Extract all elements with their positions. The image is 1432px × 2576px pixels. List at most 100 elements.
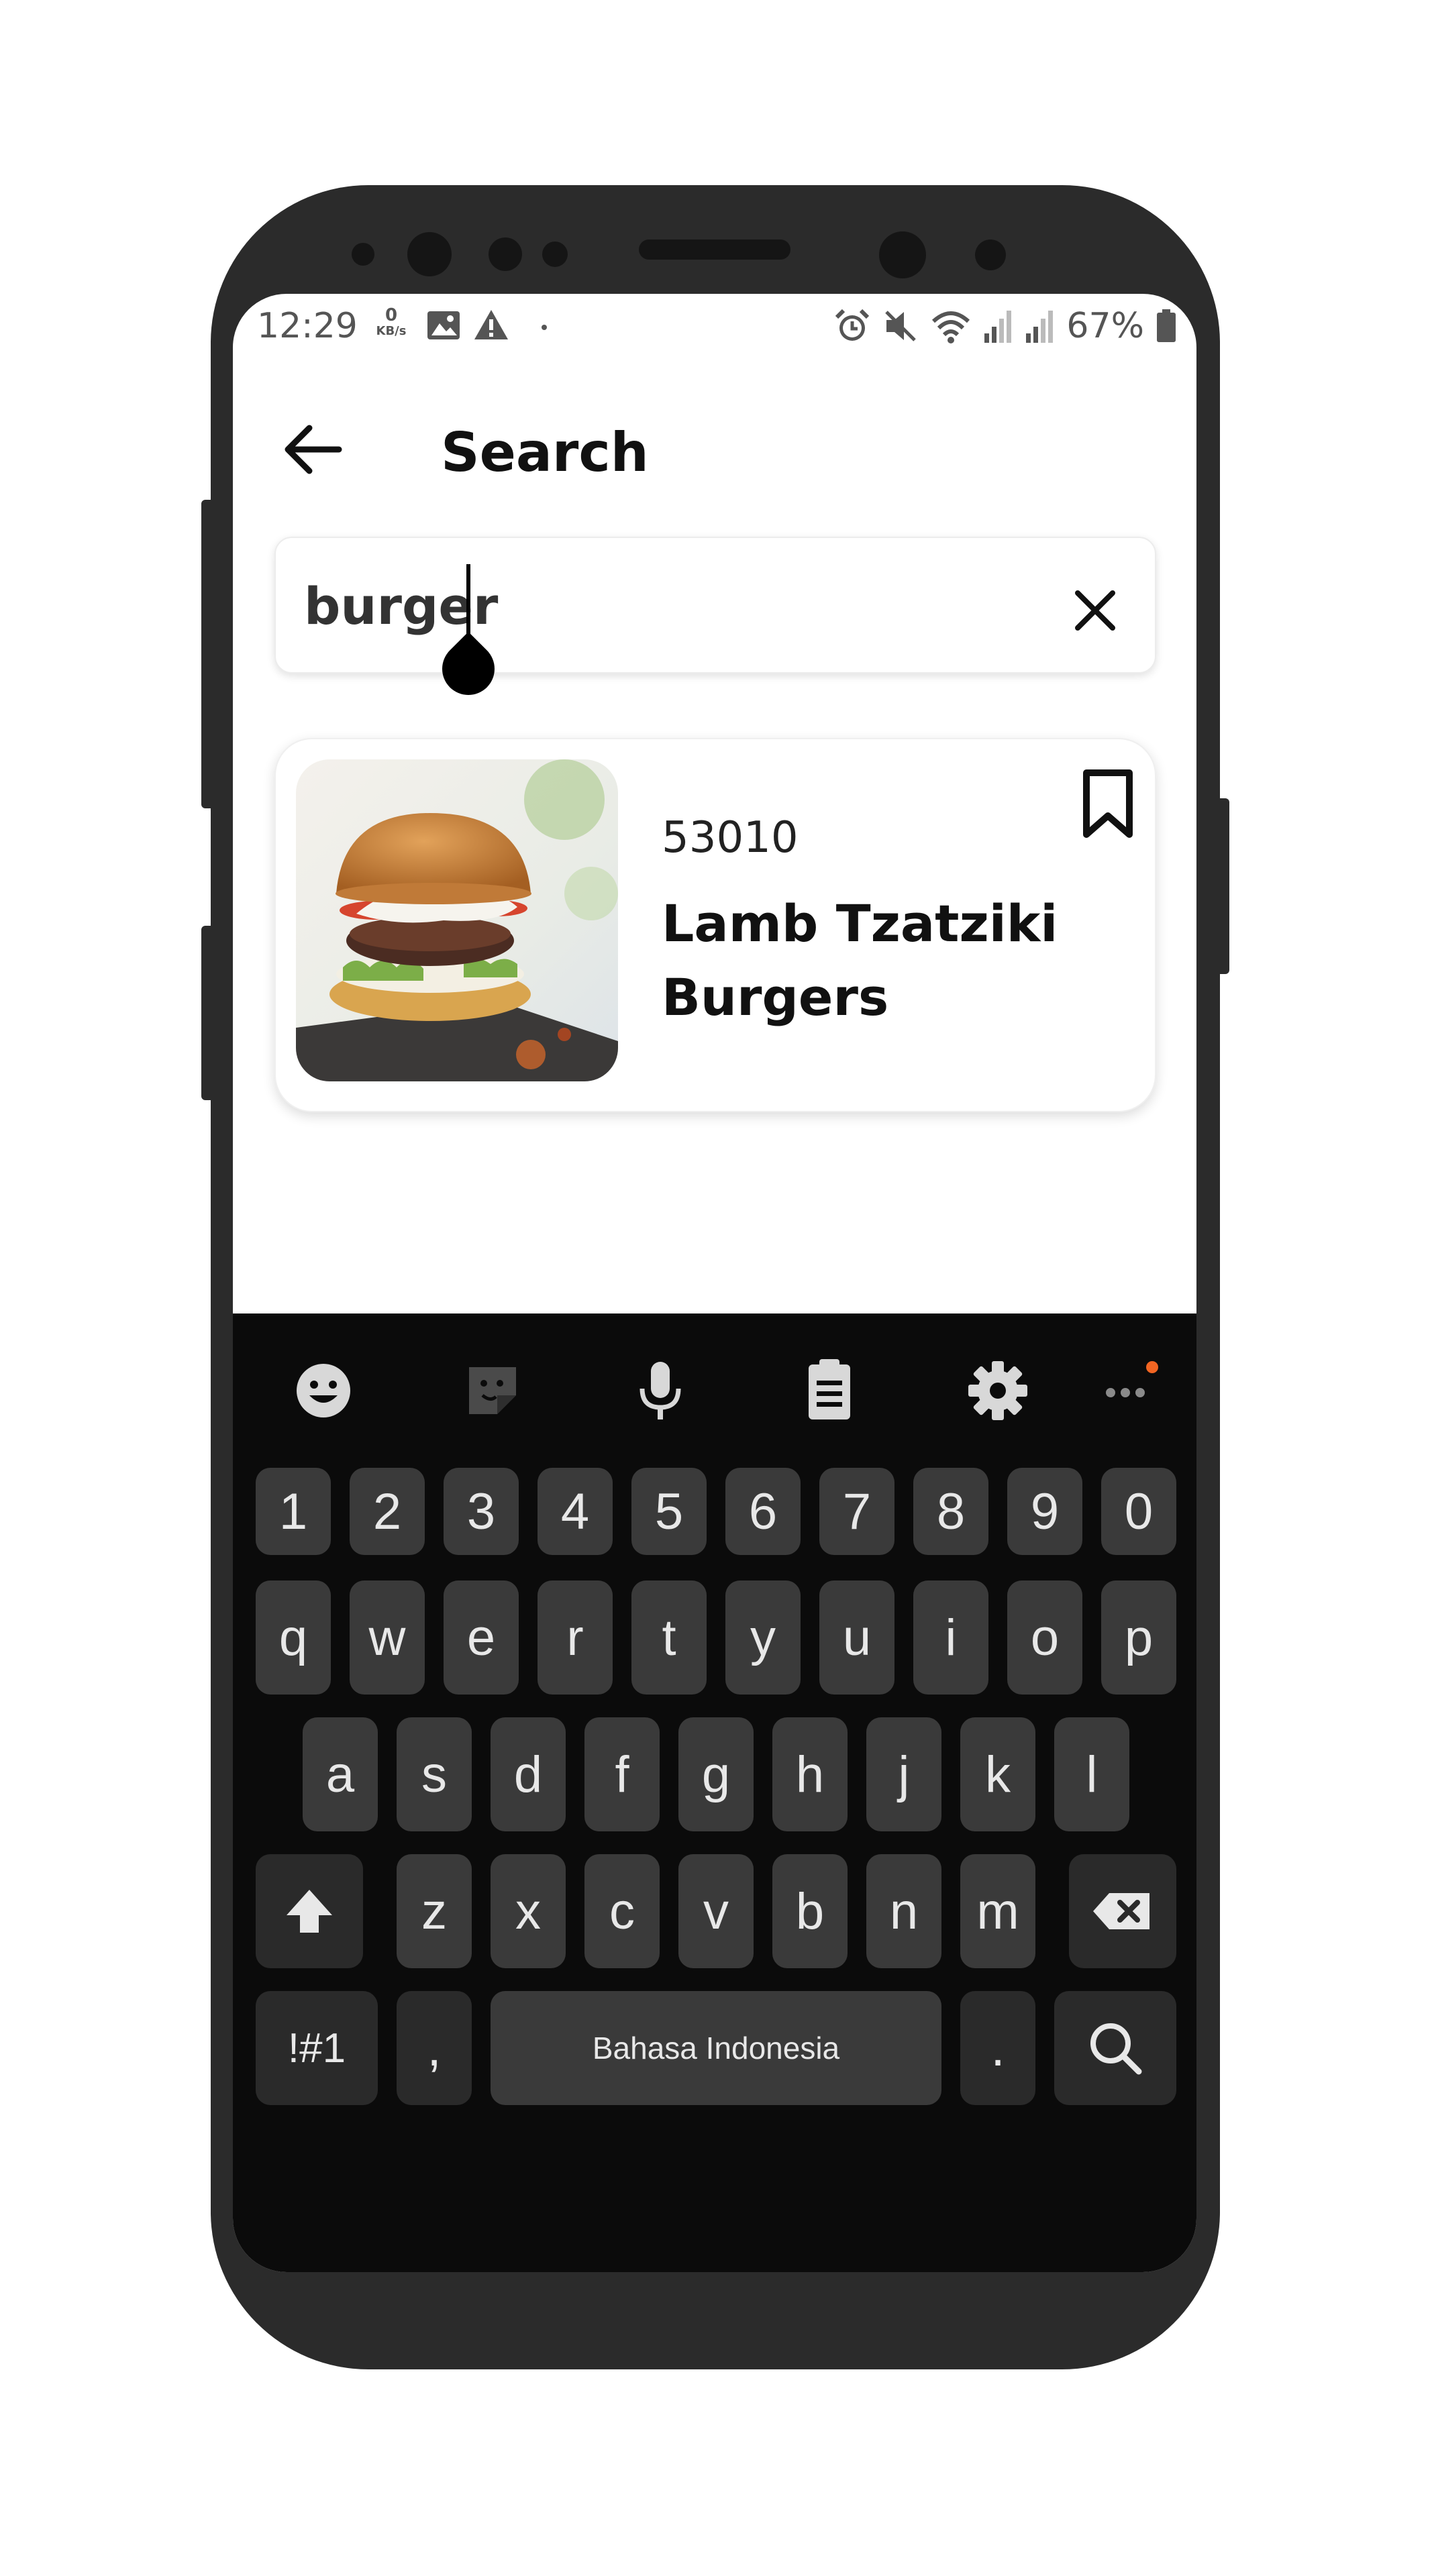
camera-sensor: [489, 237, 522, 271]
close-icon: [1075, 590, 1115, 631]
camera-sensor: [352, 243, 374, 266]
recipe-card[interactable]: 53010 Lamb Tzatziki Burgers: [274, 738, 1156, 1112]
key-2[interactable]: 2: [350, 1468, 425, 1555]
search-box[interactable]: [274, 537, 1156, 674]
dot-icon: [542, 325, 547, 330]
app-bar: Search: [233, 388, 1196, 508]
battery-percent: 67%: [1066, 306, 1144, 346]
microphone-icon: [640, 1362, 681, 1419]
signal-icon: [984, 311, 1012, 343]
key-5[interactable]: 5: [631, 1468, 707, 1555]
key-r[interactable]: r: [538, 1580, 613, 1695]
bookmark-icon: [1083, 769, 1133, 838]
key-w[interactable]: w: [350, 1580, 425, 1695]
key-z[interactable]: z: [397, 1854, 472, 1968]
wifi-icon: [932, 311, 970, 343]
key-g[interactable]: g: [678, 1717, 754, 1831]
voice-input-button[interactable]: [623, 1354, 697, 1428]
key-m[interactable]: m: [960, 1854, 1035, 1968]
key-6[interactable]: 6: [725, 1468, 801, 1555]
image-icon: [427, 311, 460, 339]
key-e[interactable]: e: [444, 1580, 519, 1695]
key-x[interactable]: x: [491, 1854, 566, 1968]
key-j[interactable]: j: [866, 1717, 941, 1831]
phone-screen: 12:29 0 KB/s 67% Search burger 53010 Lam…: [233, 294, 1196, 2272]
camera-sensor: [407, 232, 452, 276]
key-d[interactable]: d: [491, 1717, 566, 1831]
period-key[interactable]: .: [960, 1991, 1035, 2105]
clear-search-button[interactable]: [1068, 584, 1122, 637]
recipe-thumbnail: [296, 759, 618, 1081]
backspace-icon: [1093, 1893, 1149, 1929]
keyboard-settings-button[interactable]: [961, 1354, 1035, 1428]
key-8[interactable]: 8: [913, 1468, 988, 1555]
shift-key[interactable]: [256, 1854, 363, 1968]
key-b[interactable]: b: [772, 1854, 848, 1968]
page-title: Search: [441, 421, 649, 484]
bookmark-button[interactable]: [1074, 767, 1141, 841]
recipe-id: 53010: [662, 813, 799, 863]
burger-image: [296, 759, 618, 1081]
key-3[interactable]: 3: [444, 1468, 519, 1555]
key-p[interactable]: p: [1101, 1580, 1176, 1695]
key-f[interactable]: f: [584, 1717, 660, 1831]
key-1[interactable]: 1: [256, 1468, 331, 1555]
mute-icon: [885, 311, 917, 341]
warning-icon: [474, 310, 508, 339]
key-i[interactable]: i: [913, 1580, 988, 1695]
battery-icon: [1157, 309, 1176, 342]
key-h[interactable]: h: [772, 1717, 848, 1831]
shift-arrow-icon: [287, 1890, 332, 1933]
signal-icon: [1026, 311, 1054, 343]
backspace-key[interactable]: [1069, 1854, 1176, 1968]
emoji-icon: [297, 1364, 350, 1417]
camera-sensor: [542, 241, 568, 267]
status-time: 12:29: [257, 306, 358, 346]
on-screen-keyboard: 1 2 3 4 5 6 7 8 9 0 q w e r t y u i o p …: [233, 1313, 1196, 2272]
status-right: 67%: [834, 306, 1176, 346]
key-t[interactable]: t: [631, 1580, 707, 1695]
emoji-button[interactable]: [287, 1354, 360, 1428]
search-icon: [1090, 2023, 1142, 2075]
recipe-title: Lamb Tzatziki Burgers: [662, 894, 1058, 1027]
key-c[interactable]: c: [584, 1854, 660, 1968]
net-speed-unit: KB/s: [376, 324, 407, 338]
net-speed: 0 KB/s: [371, 307, 411, 339]
key-s[interactable]: s: [397, 1717, 472, 1831]
more-options-button[interactable]: [1092, 1354, 1166, 1428]
key-a[interactable]: a: [303, 1717, 378, 1831]
arrow-left-icon: [285, 425, 342, 474]
key-u[interactable]: u: [819, 1580, 894, 1695]
symbols-key[interactable]: !#1: [256, 1991, 378, 2105]
gear-icon: [968, 1361, 1027, 1420]
more-horizontal-icon: [1106, 1361, 1158, 1397]
sticker-icon: [469, 1367, 516, 1414]
clipboard-button[interactable]: [792, 1354, 866, 1428]
key-7[interactable]: 7: [819, 1468, 894, 1555]
key-9[interactable]: 9: [1007, 1468, 1082, 1555]
key-y[interactable]: y: [725, 1580, 801, 1695]
key-q[interactable]: q: [256, 1580, 331, 1695]
comma-key[interactable]: ,: [397, 1991, 472, 2105]
keyboard-toolbar: [233, 1313, 1196, 1468]
key-l[interactable]: l: [1054, 1717, 1129, 1831]
key-0[interactable]: 0: [1101, 1468, 1176, 1555]
clipboard-icon: [809, 1359, 850, 1419]
key-v[interactable]: v: [678, 1854, 754, 1968]
notification-dot-icon: [1146, 1361, 1158, 1373]
search-input[interactable]: [303, 565, 976, 647]
key-4[interactable]: 4: [538, 1468, 613, 1555]
search-key[interactable]: [1054, 1991, 1176, 2105]
alarm-icon: [835, 309, 870, 341]
key-k[interactable]: k: [960, 1717, 1035, 1831]
camera-sensor: [975, 239, 1006, 270]
net-speed-value: 0: [385, 305, 398, 325]
key-o[interactable]: o: [1007, 1580, 1082, 1695]
key-n[interactable]: n: [866, 1854, 941, 1968]
back-button[interactable]: [280, 416, 347, 483]
camera-sensor: [879, 231, 926, 278]
earpiece-speaker: [639, 239, 790, 260]
status-bar: 12:29 0 KB/s 67%: [233, 294, 1196, 361]
space-key[interactable]: Bahasa Indonesia: [491, 1991, 941, 2105]
sticker-button[interactable]: [456, 1354, 529, 1428]
